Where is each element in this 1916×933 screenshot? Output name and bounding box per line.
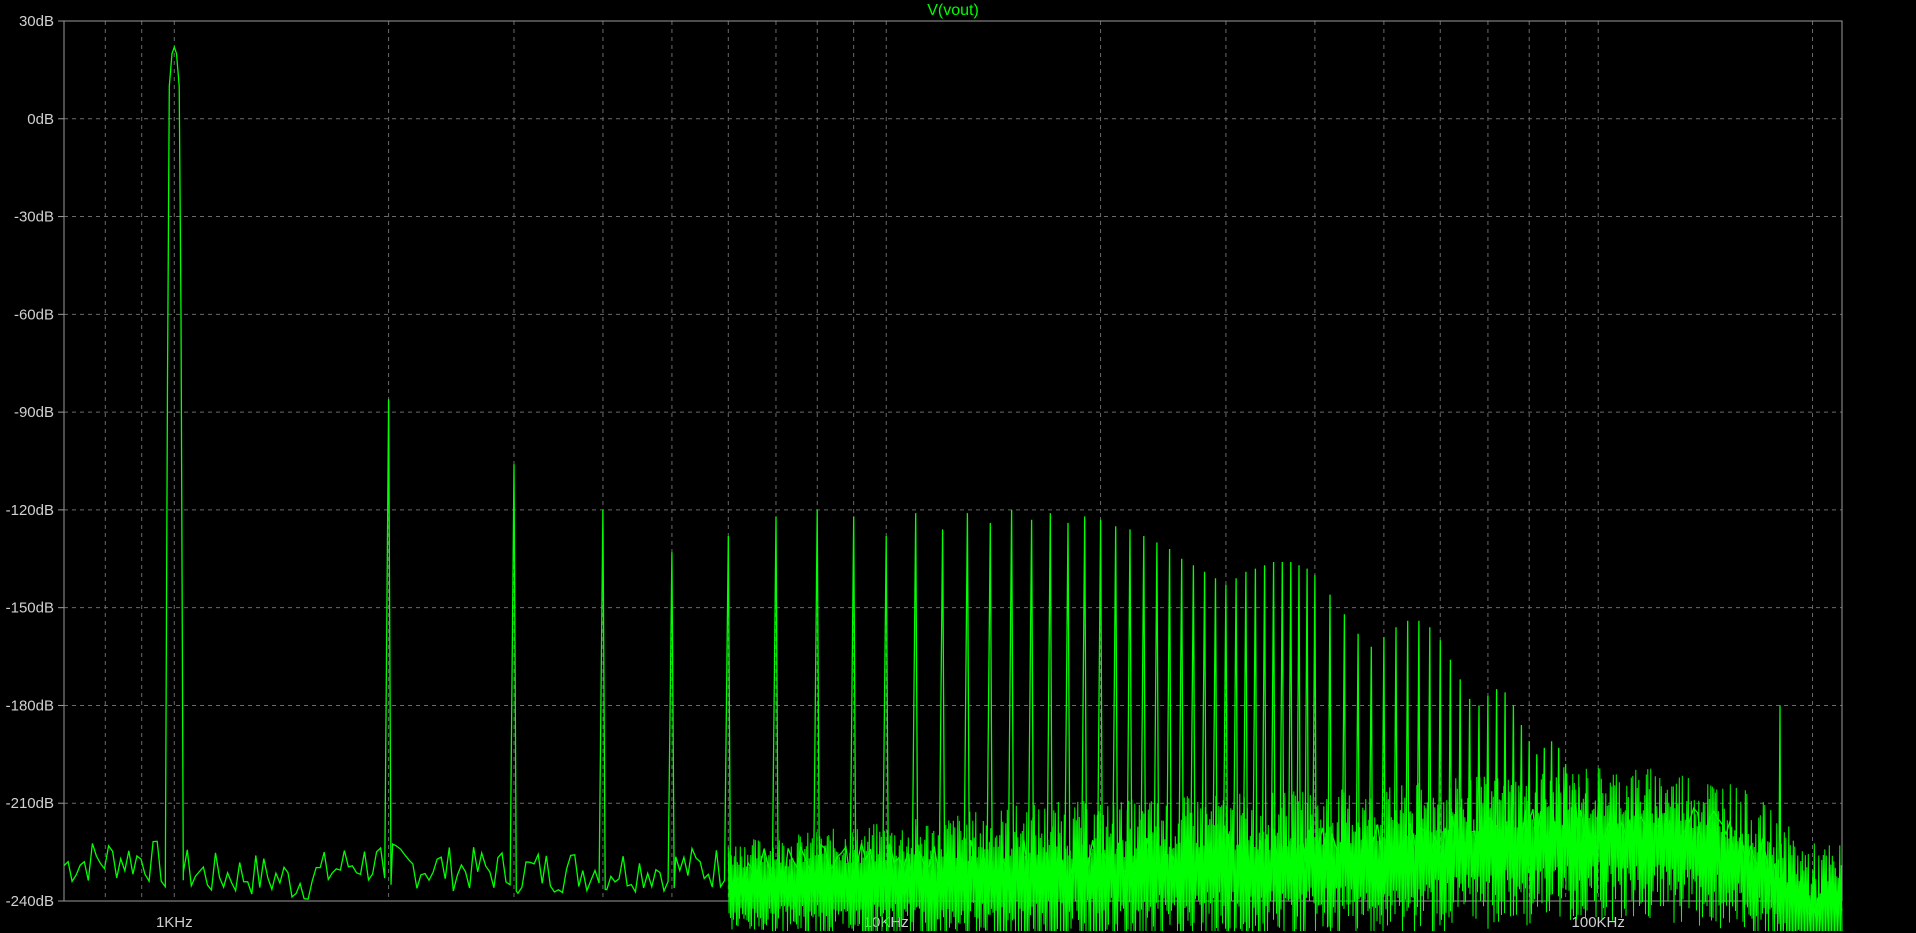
trace-title[interactable]: V(vout) — [927, 2, 979, 19]
y-tick-label: -210dB — [6, 795, 54, 812]
y-tick-label: -90dB — [14, 404, 54, 421]
y-tick-label: -150dB — [6, 600, 54, 617]
plot-background — [0, 0, 1916, 933]
y-tick-label: -60dB — [14, 306, 54, 323]
y-tick-label: 30dB — [19, 13, 54, 30]
spectrum-plot: 30dB 0dB -30dB -60dB -90dB -120dB -150dB -180dB… — [0, 0, 1916, 933]
y-tick-label: -180dB — [6, 697, 54, 714]
y-tick-label: 0dB — [27, 111, 54, 128]
x-tick-label: 1KHz — [156, 914, 193, 931]
y-tick-label: -120dB — [6, 502, 54, 519]
x-tick-label: 100KHz — [1572, 914, 1625, 931]
y-tick-label: -240dB — [6, 893, 54, 910]
y-tick-label: -30dB — [14, 209, 54, 226]
